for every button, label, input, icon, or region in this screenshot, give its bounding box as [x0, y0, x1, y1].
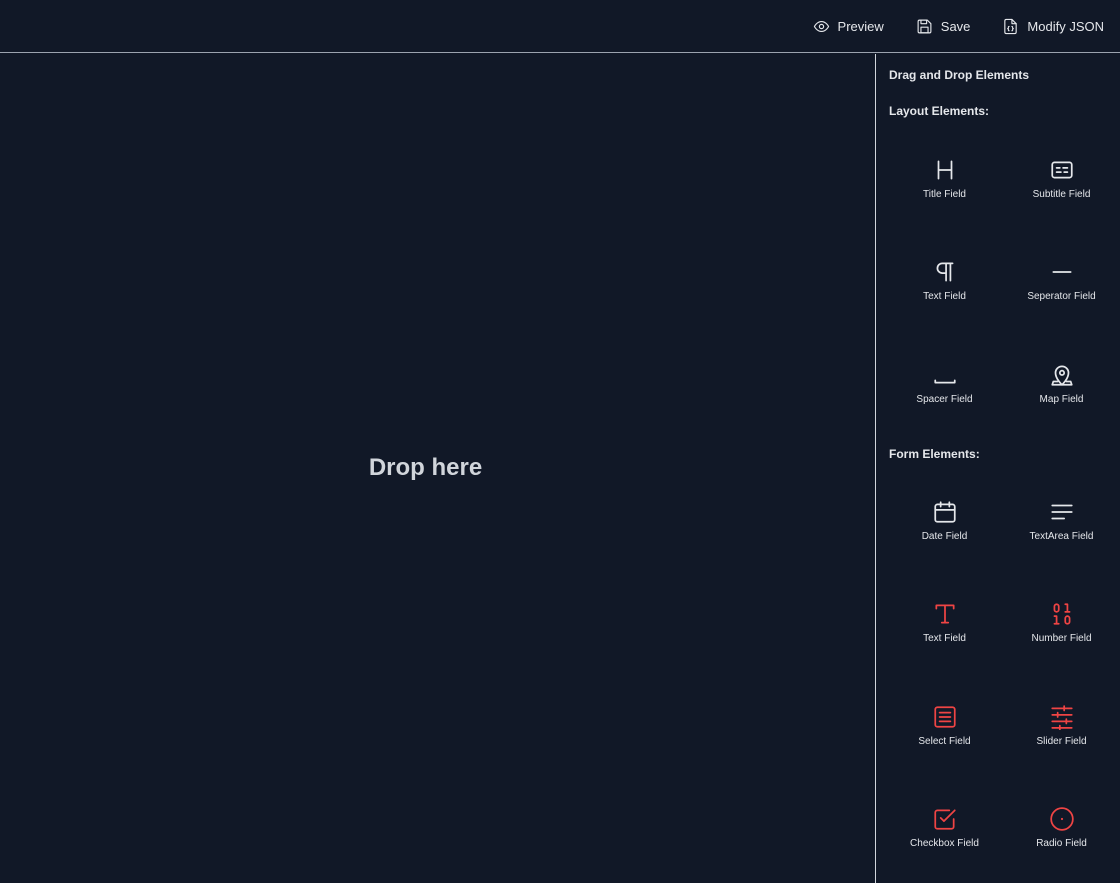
save-label: Save — [940, 18, 971, 34]
element-label: Select Field — [918, 736, 971, 747]
preview-button[interactable]: Preview — [813, 11, 884, 41]
element-label: Date Field — [921, 531, 968, 542]
list-box-icon — [933, 706, 956, 728]
element-label: Slider Field — [1036, 736, 1087, 747]
element-label: Seperator Field — [1027, 291, 1096, 302]
element-textarea-field[interactable]: TextArea Field — [1003, 499, 1120, 589]
element-label: Number Field — [1031, 633, 1092, 644]
drop-zone[interactable]: Drop here — [0, 54, 875, 883]
form-section-title: Form Elements: — [889, 447, 980, 461]
element-checkbox-field[interactable]: Checkbox Field — [886, 806, 1003, 883]
element-slider-field[interactable]: Slider Field — [1003, 704, 1120, 794]
save-button[interactable]: Save — [916, 11, 971, 41]
element-number-field[interactable]: Number Field — [1003, 601, 1120, 691]
spacer-icon — [933, 379, 956, 384]
element-label: TextArea Field — [1029, 531, 1094, 542]
element-select-field[interactable]: Select Field — [886, 704, 1003, 794]
text-lines-icon — [1050, 504, 1073, 520]
file-json-icon — [1004, 18, 1018, 34]
element-spacer-field[interactable]: Spacer Field — [886, 362, 1003, 452]
element-date-field[interactable]: Date Field — [886, 499, 1003, 589]
modify-json-label: Modify JSON — [1027, 18, 1104, 34]
element-label: Checkbox Field — [910, 838, 979, 849]
element-label: Map Field — [1039, 394, 1084, 405]
element-map-field[interactable]: Map Field — [1003, 362, 1120, 452]
heading-icon — [937, 160, 952, 180]
sidebar-title: Drag and Drop Elements — [889, 68, 1030, 82]
separator-icon — [1051, 271, 1072, 273]
modify-json-button[interactable]: Modify JSON — [1002, 11, 1104, 41]
element-label: Text Field — [923, 633, 966, 644]
radio-icon — [1049, 807, 1074, 831]
element-title-field[interactable]: Title Field — [886, 157, 1003, 247]
elements-sidebar: Drag and Drop Elements Layout Elements: … — [875, 54, 1120, 883]
checkbox-icon — [933, 809, 956, 830]
element-text-field[interactable]: Text Field — [886, 259, 1003, 349]
top-toolbar: Preview Save Modify JSON — [0, 0, 1120, 53]
floppy-disk-icon — [917, 19, 932, 33]
element-label: Radio Field — [1036, 838, 1087, 849]
element-radio-field[interactable]: Radio Field — [1003, 806, 1120, 883]
element-label: Spacer Field — [916, 394, 973, 405]
element-label: Subtitle Field — [1032, 189, 1091, 200]
binary-icon — [1053, 603, 1070, 625]
subtitle-icon — [1050, 161, 1073, 179]
pilcrow-icon — [936, 262, 953, 282]
calendar-icon — [933, 501, 956, 523]
element-separator-field[interactable]: Seperator Field — [1003, 259, 1120, 349]
layout-section-title: Layout Elements: — [889, 104, 990, 118]
element-label: Title Field — [923, 189, 966, 200]
map-pin-icon — [1050, 365, 1073, 386]
element-subtitle-field[interactable]: Subtitle Field — [1003, 157, 1120, 247]
type-icon — [934, 604, 955, 624]
drop-here-text: Drop here — [368, 453, 483, 481]
preview-label: Preview — [837, 18, 884, 34]
sliders-icon — [1050, 705, 1073, 730]
element-form-text-field[interactable]: Text Field — [886, 601, 1003, 691]
element-label: Text Field — [923, 291, 966, 302]
eye-icon — [813, 20, 829, 32]
